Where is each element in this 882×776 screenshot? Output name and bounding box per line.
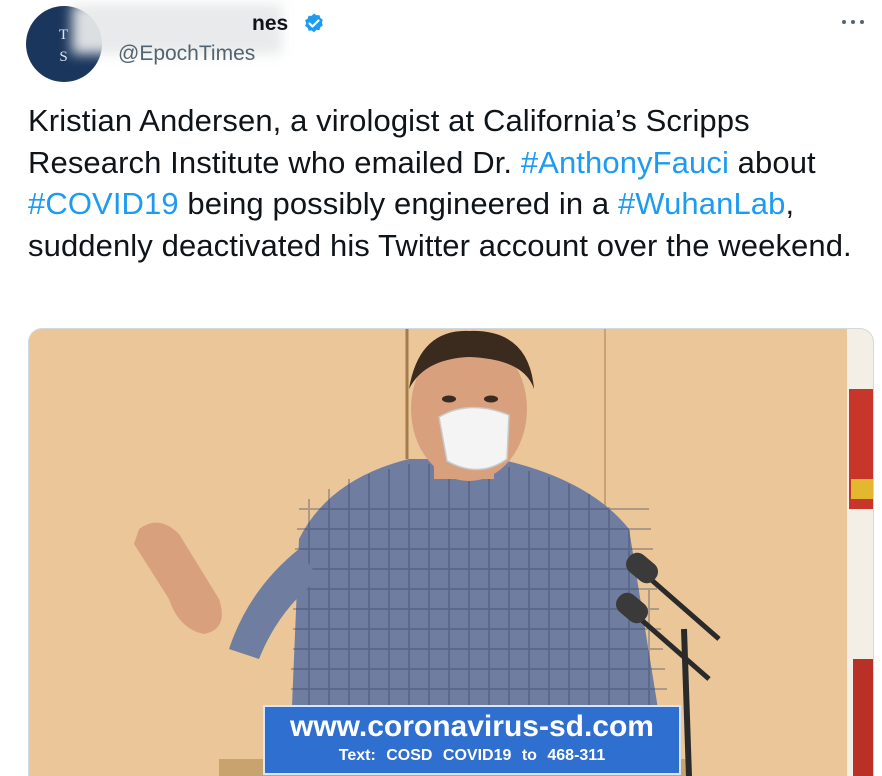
hashtag-link[interactable]: #COVID19 xyxy=(28,186,179,221)
hashtag-link[interactable]: #WuhanLab xyxy=(618,186,786,221)
more-options-icon[interactable] xyxy=(838,12,868,32)
tweet-text: Kristian Andersen, a virologist at Calif… xyxy=(28,100,868,266)
banner-url: www.coronavirus-sd.com xyxy=(290,710,654,743)
tweet-card: T S nes @EpochTimes Kristian Andersen, a… xyxy=(0,0,882,776)
display-name[interactable]: nes xyxy=(252,10,288,38)
tweet-media-image[interactable]: www.coronavirus-sd.com Text: COSD COVID1… xyxy=(28,328,874,776)
tweet-text-segment: being possibly engineered in a xyxy=(178,186,618,221)
banner-text: Text: COSD COVID19 to 468-311 xyxy=(338,747,606,764)
info-banner: www.coronavirus-sd.com Text: COSD COVID1… xyxy=(263,705,681,775)
hashtag-link[interactable]: #AnthonyFauci xyxy=(521,145,729,180)
user-handle[interactable]: @EpochTimes xyxy=(118,40,255,68)
verified-badge-icon xyxy=(305,13,323,33)
tweet-text-segment: about xyxy=(728,144,816,180)
